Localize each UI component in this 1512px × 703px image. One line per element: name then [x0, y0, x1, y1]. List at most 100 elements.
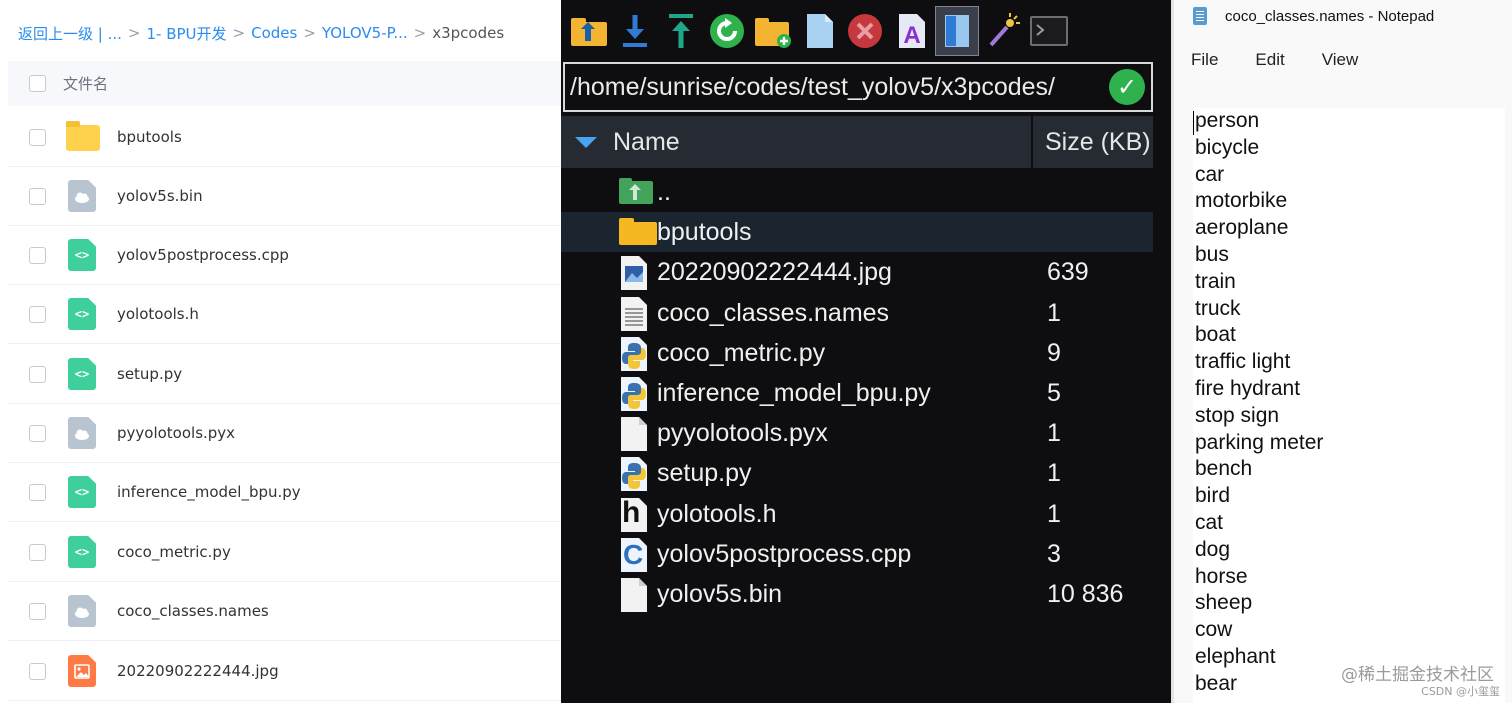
- path-bar[interactable]: /home/sunrise/codes/test_yolov5/x3pcodes…: [563, 62, 1153, 112]
- file-name[interactable]: setup.py: [657, 459, 752, 488]
- column-divider[interactable]: [1031, 116, 1033, 168]
- file-name[interactable]: coco_classes.names: [657, 299, 889, 328]
- file-name[interactable]: inference_model_bpu.py: [657, 379, 931, 408]
- upload-button[interactable]: [659, 6, 703, 56]
- text-line: bus: [1195, 242, 1229, 266]
- file-name[interactable]: yolov5postprocess.cpp: [657, 540, 911, 569]
- scrollbar[interactable]: [1153, 116, 1171, 703]
- row-checkbox[interactable]: [29, 602, 46, 620]
- panel-view-button[interactable]: [935, 6, 979, 56]
- table-row[interactable]: h yolotools.h 1: [561, 494, 1153, 534]
- table-row[interactable]: bputools: [561, 212, 1153, 253]
- rename-button[interactable]: A: [889, 6, 933, 56]
- parent-folder-icon: [569, 13, 609, 49]
- file-size: 3: [1047, 539, 1061, 568]
- file-name[interactable]: yolov5s.bin: [657, 580, 782, 609]
- python-file-icon: [619, 377, 651, 411]
- table-row[interactable]: coco_classes.names 1: [561, 293, 1153, 333]
- text-line: aeroplane: [1195, 216, 1289, 240]
- table-row[interactable]: Cyolov5postprocess.cpp 3: [561, 534, 1153, 574]
- menu-view[interactable]: View: [1322, 50, 1359, 70]
- cloud-file-icon: [66, 417, 98, 449]
- menu-file[interactable]: File: [1191, 50, 1218, 70]
- refresh-button[interactable]: [705, 6, 749, 56]
- text-line: boat: [1195, 323, 1236, 347]
- file-name[interactable]: bputools: [657, 218, 752, 247]
- row-checkbox[interactable]: [29, 662, 46, 680]
- column-header-name[interactable]: Name: [613, 128, 680, 157]
- list-item[interactable]: 20220902222444.jpg: [8, 642, 561, 701]
- text-line: traffic light: [1195, 350, 1291, 374]
- parent-folder-button[interactable]: [567, 6, 611, 56]
- file-name[interactable]: pyyolotools.pyx: [117, 424, 235, 442]
- list-item[interactable]: yolov5s.bin: [8, 167, 561, 226]
- file-name[interactable]: bputools: [117, 128, 182, 146]
- list-item[interactable]: <> coco_metric.py: [8, 523, 561, 582]
- new-folder-button[interactable]: [751, 6, 795, 56]
- text-line: car: [1195, 162, 1225, 186]
- row-checkbox[interactable]: [29, 424, 46, 442]
- breadcrumb-item[interactable]: Codes: [251, 24, 297, 42]
- notepad-text-area[interactable]: person bicycle car motorbike aeroplane bus tra…: [1193, 108, 1505, 703]
- download-button[interactable]: [613, 6, 657, 56]
- row-checkbox[interactable]: [29, 187, 46, 205]
- magic-wand-button[interactable]: [981, 6, 1025, 56]
- menu-edit[interactable]: Edit: [1255, 50, 1284, 70]
- upload-icon: [661, 11, 701, 51]
- table-row[interactable]: 20220902222444.jpg 639: [561, 252, 1153, 292]
- file-name[interactable]: setup.py: [117, 365, 182, 383]
- row-checkbox[interactable]: [29, 128, 46, 146]
- file-name[interactable]: yolov5s.bin: [117, 187, 203, 205]
- new-folder-icon: [753, 13, 793, 49]
- terminal-button[interactable]: [1027, 6, 1071, 56]
- file-name[interactable]: pyyolotools.pyx: [657, 419, 828, 448]
- row-checkbox[interactable]: [29, 246, 46, 264]
- path-input[interactable]: /home/sunrise/codes/test_yolov5/x3pcodes…: [570, 73, 1055, 102]
- header-file-icon: h: [619, 496, 651, 532]
- new-file-button[interactable]: [797, 6, 841, 56]
- code-file-icon: <>: [66, 298, 98, 330]
- table-row[interactable]: pyyolotools.pyx 1: [561, 413, 1153, 453]
- file-name[interactable]: coco_metric.py: [117, 543, 231, 561]
- select-all-checkbox[interactable]: [29, 75, 46, 92]
- row-checkbox[interactable]: [29, 365, 46, 383]
- table-row[interactable]: inference_model_bpu.py 5: [561, 373, 1153, 413]
- code-glyph: <>: [74, 248, 90, 262]
- list-item[interactable]: <> yolov5postprocess.cpp: [8, 226, 561, 285]
- breadcrumb-item[interactable]: 1- BPU开发: [146, 23, 226, 44]
- row-checkbox[interactable]: [29, 483, 46, 501]
- file-name[interactable]: yolov5postprocess.cpp: [117, 246, 289, 264]
- file-name[interactable]: yolotools.h: [117, 305, 199, 323]
- notepad-title-bar: coco_classes.names - Notepad: [1193, 5, 1434, 27]
- file-name[interactable]: coco_metric.py: [657, 339, 825, 368]
- file-name[interactable]: inference_model_bpu.py: [117, 483, 301, 501]
- path-go-icon[interactable]: ✓: [1109, 69, 1145, 105]
- delete-button[interactable]: [843, 6, 887, 56]
- file-name[interactable]: coco_classes.names: [117, 602, 269, 620]
- table-row[interactable]: setup.py 1: [561, 453, 1153, 493]
- list-item[interactable]: <> inference_model_bpu.py: [8, 463, 561, 522]
- code-glyph: <>: [74, 307, 90, 321]
- toolbar: A: [561, 0, 1171, 62]
- delete-icon: [845, 11, 885, 51]
- breadcrumb: 返回上一级 | ... >1- BPU开发 > Codes > YOLOV5-P... > x…: [18, 22, 504, 44]
- row-checkbox[interactable]: [29, 543, 46, 561]
- list-item[interactable]: <> setup.py: [8, 345, 561, 404]
- row-checkbox[interactable]: [29, 305, 46, 323]
- table-row[interactable]: ..: [561, 172, 1153, 212]
- list-item[interactable]: bputools: [8, 108, 561, 167]
- list-item[interactable]: <> yolotools.h: [8, 285, 561, 344]
- table-row[interactable]: yolov5s.bin 10 836: [561, 574, 1153, 614]
- file-name[interactable]: ..: [657, 178, 671, 207]
- file-name[interactable]: yolotools.h: [657, 500, 777, 529]
- table-row[interactable]: coco_metric.py 9: [561, 333, 1153, 373]
- breadcrumb-item[interactable]: 返回上一级 | ...: [18, 23, 122, 44]
- list-item[interactable]: coco_classes.names: [8, 582, 561, 641]
- sort-triangle-icon[interactable]: [575, 136, 597, 148]
- file-name[interactable]: 20220902222444.jpg: [657, 258, 892, 287]
- breadcrumb-item[interactable]: YOLOV5-P...: [322, 24, 408, 42]
- column-header: Name Size (KB): [561, 116, 1153, 168]
- file-name[interactable]: 20220902222444.jpg: [117, 662, 279, 680]
- list-item[interactable]: pyyolotools.pyx: [8, 404, 561, 463]
- column-header-size[interactable]: Size (KB): [1045, 128, 1151, 157]
